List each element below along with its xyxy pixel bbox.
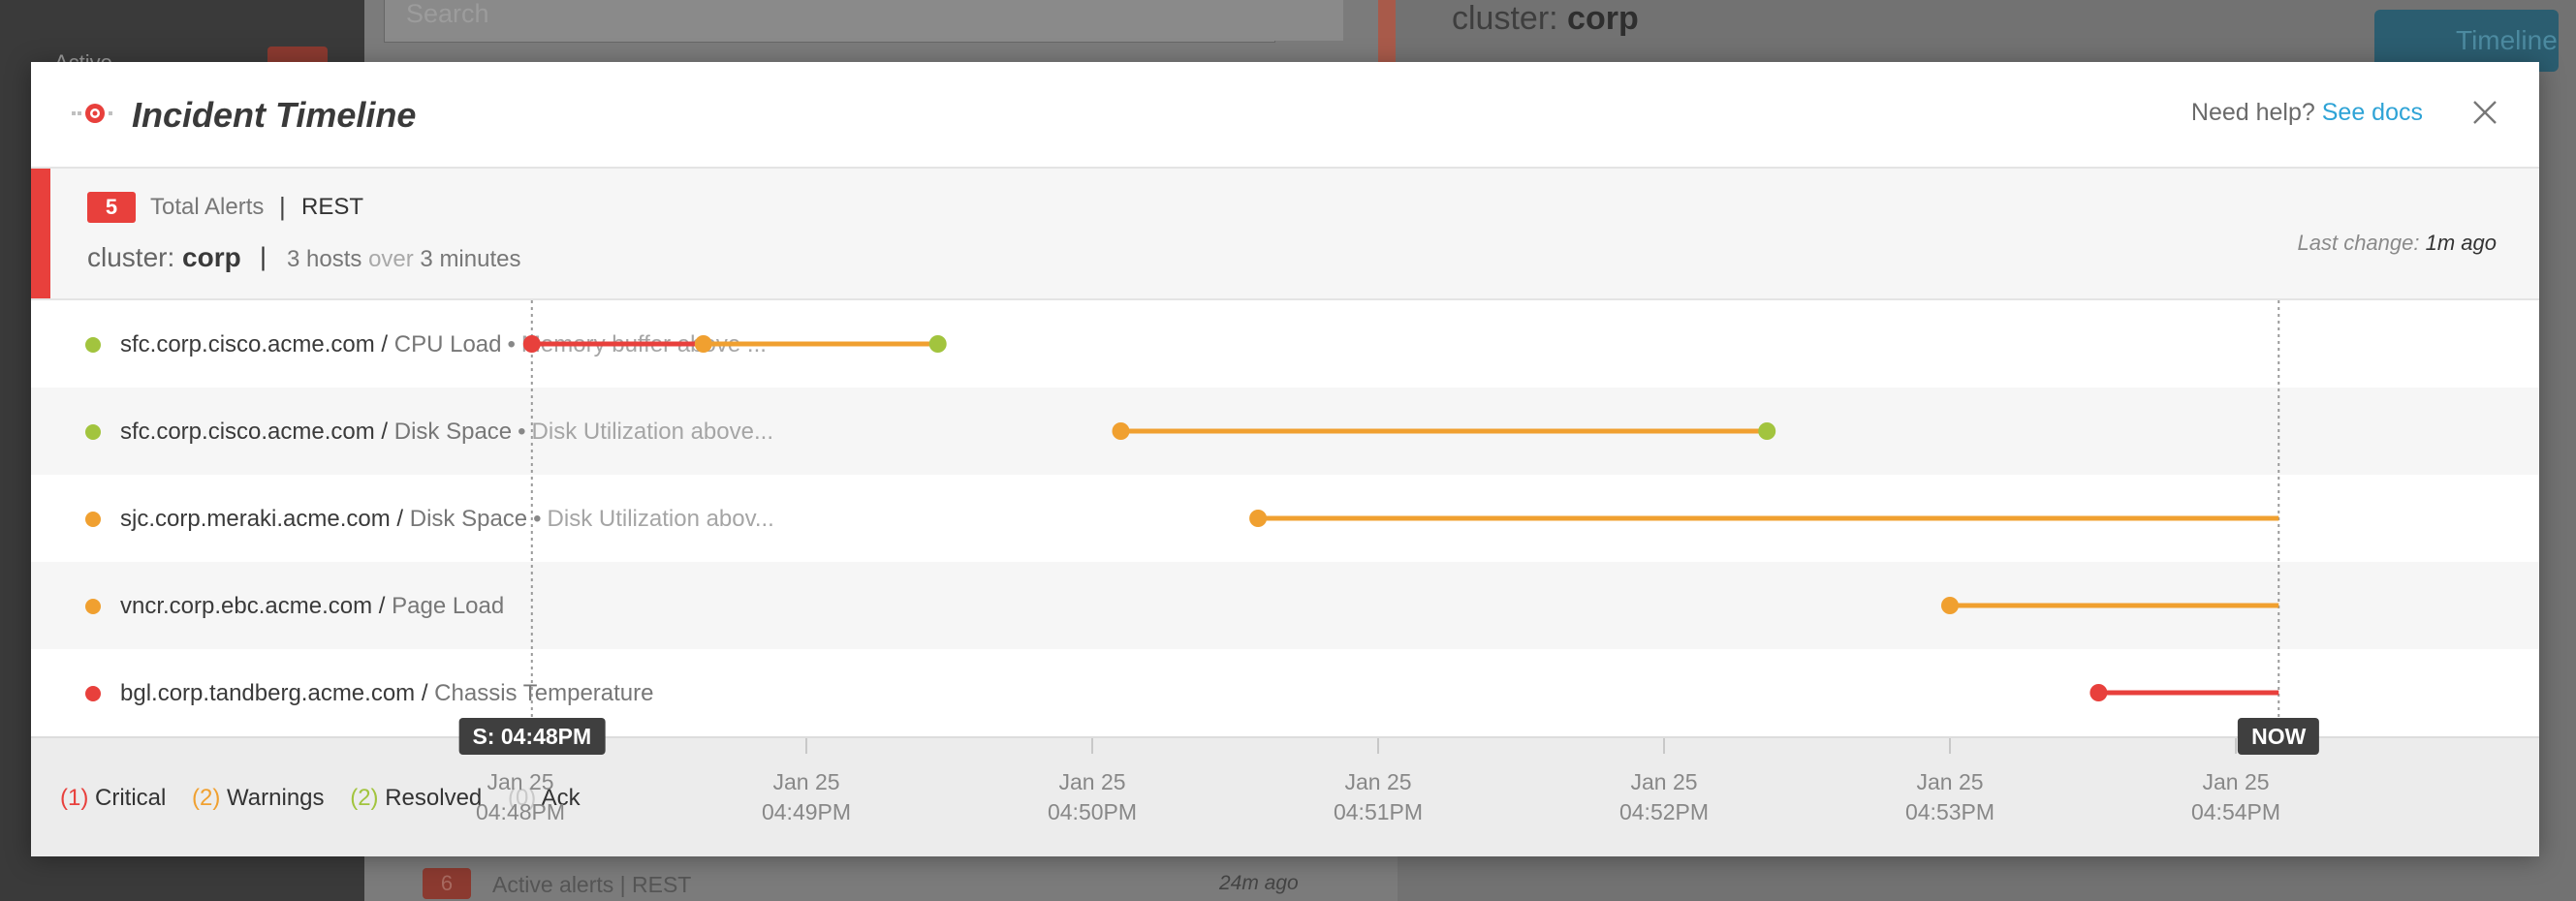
bg-search-input: Search bbox=[384, 0, 1275, 43]
last-change-value: 1m ago bbox=[2425, 231, 2497, 255]
alert-host: sjc.corp.meraki.acme.com / bbox=[120, 506, 404, 532]
tick-time: 04:48PM bbox=[475, 799, 566, 824]
help-label: Need help? bbox=[2190, 99, 2315, 126]
bg-bottom-time: 24m ago bbox=[1219, 872, 1299, 894]
tick-date: Jan 25 bbox=[1344, 769, 1412, 794]
incident-timeline-modal: Incident Timeline Need help? See docs 5 … bbox=[31, 62, 2539, 856]
axis-tick-label: Jan 25 04:49PM bbox=[729, 767, 884, 827]
alert-text: vncr.corp.ebc.acme.com / Page Load bbox=[120, 593, 516, 620]
axis-tick-label: Jan 25 04:53PM bbox=[1872, 767, 2027, 827]
alert-text: bgl.corp.tandberg.acme.com / Chassis Tem… bbox=[120, 680, 666, 707]
cluster-separator: | bbox=[260, 242, 267, 271]
tick-time: 04:49PM bbox=[761, 799, 852, 824]
tick-time: 04:53PM bbox=[1904, 799, 1995, 824]
now-marker: NOW bbox=[2238, 718, 2320, 755]
bg-search-placeholder: Search bbox=[406, 0, 489, 28]
alert-bullet: • bbox=[507, 331, 516, 357]
alert-desc: Memory buffer above ... bbox=[520, 331, 767, 357]
hosts-duration: 3 minutes bbox=[420, 246, 521, 272]
see-docs-link[interactable]: See docs bbox=[2322, 99, 2423, 126]
last-change-label: Last change: bbox=[2297, 231, 2420, 255]
alert-host: sfc.corp.cisco.acme.com / bbox=[120, 419, 389, 445]
hosts-over: over bbox=[368, 246, 414, 272]
start-time-marker: S: 04:48PM bbox=[458, 718, 606, 755]
bg-search-button bbox=[1273, 0, 1343, 41]
incident-summary: 5 Total Alerts | REST cluster: corp | 3 … bbox=[31, 169, 2539, 300]
alert-row[interactable]: bgl.corp.tandberg.acme.com / Chassis Tem… bbox=[31, 649, 2539, 736]
axis-tick bbox=[1377, 738, 1379, 754]
alert-desc: Disk Utilization above... bbox=[531, 419, 773, 445]
alert-check: Chassis Temperature bbox=[434, 680, 654, 706]
alert-host: bgl.corp.tandberg.acme.com / bbox=[120, 680, 428, 706]
bg-bottom-row: 6 Active alerts | REST 24m ago bbox=[384, 856, 1398, 901]
axis-tick-label: Jan 25 04:50PM bbox=[1015, 767, 1170, 827]
axis-tick-label: Jan 25 04:52PM bbox=[1586, 767, 1742, 827]
cluster-name: cluster: corp bbox=[87, 242, 241, 273]
axis-tick bbox=[1949, 738, 1951, 754]
status-dot bbox=[85, 337, 101, 353]
axis-tick bbox=[2235, 738, 2237, 754]
tick-date: Jan 25 bbox=[2202, 769, 2270, 794]
tick-time: 04:50PM bbox=[1047, 799, 1138, 824]
axis-tick bbox=[1663, 738, 1665, 754]
alert-row[interactable]: sfc.corp.cisco.acme.com / Disk Space • Dis… bbox=[31, 388, 2539, 475]
hosts-summary: 3 hosts over 3 minutes bbox=[287, 246, 520, 273]
alert-bullet: • bbox=[533, 506, 542, 532]
status-dot bbox=[85, 599, 101, 614]
axis-tick bbox=[805, 738, 807, 754]
bg-bottom-badge: 6 bbox=[423, 868, 471, 899]
alert-check: Disk Space bbox=[393, 419, 513, 445]
axis-tick bbox=[1091, 738, 1093, 754]
bg-cluster-title: cluster: corp bbox=[1452, 0, 1639, 38]
modal-header: Incident Timeline Need help? See docs bbox=[31, 62, 2539, 169]
close-icon[interactable] bbox=[2471, 99, 2498, 126]
axis-tick-label: Jan 25 04:51PM bbox=[1301, 767, 1456, 827]
cluster-value: corp bbox=[182, 242, 241, 272]
alert-text: sjc.corp.meraki.acme.com / Disk Space • Di… bbox=[120, 506, 774, 533]
modal-title: Incident Timeline bbox=[132, 95, 417, 135]
time-axis: Jan 25 04:48PM Jan 25 04:49PM Jan 25 04:50PM J… bbox=[31, 738, 2539, 856]
help-text: Need help? See docs bbox=[2191, 99, 2423, 127]
tick-date: Jan 25 bbox=[487, 769, 554, 794]
hosts-count: 3 hosts bbox=[287, 246, 362, 272]
tick-date: Jan 25 bbox=[1916, 769, 1984, 794]
alert-host: sfc.corp.cisco.acme.com / bbox=[120, 331, 389, 357]
cluster-prefix: cluster: bbox=[87, 242, 175, 272]
alert-row[interactable]: sjc.corp.meraki.acme.com / Disk Space • Di… bbox=[31, 475, 2539, 562]
tick-date: Jan 25 bbox=[1630, 769, 1698, 794]
alert-check: Page Load bbox=[392, 593, 505, 619]
tick-time: 04:52PM bbox=[1618, 799, 1710, 824]
alert-host: vncr.corp.ebc.acme.com / bbox=[120, 593, 386, 619]
axis-tick-label: Jan 25 04:48PM bbox=[443, 767, 598, 827]
incident-logo-icon bbox=[72, 104, 112, 123]
axis-tick-label: Jan 25 04:54PM bbox=[2158, 767, 2313, 827]
status-dot bbox=[85, 424, 101, 440]
alert-rows: sfc.corp.cisco.acme.com / CPU Load • Memor… bbox=[31, 300, 2539, 736]
tick-date: Jan 25 bbox=[772, 769, 840, 794]
alert-check: Disk Space bbox=[409, 506, 528, 532]
alert-bullet: • bbox=[518, 419, 526, 445]
status-dot bbox=[85, 512, 101, 527]
severity-bar bbox=[31, 169, 50, 298]
status-dot bbox=[85, 686, 101, 701]
alert-row[interactable]: vncr.corp.ebc.acme.com / Page Load bbox=[31, 562, 2539, 649]
last-change: Last change: 1m ago bbox=[2298, 231, 2497, 256]
bg-cluster-name: corp bbox=[1567, 0, 1639, 37]
alert-check: CPU Load bbox=[393, 331, 502, 357]
bg-bottom-label: Active alerts | REST bbox=[492, 872, 692, 897]
summary-separator: | bbox=[279, 192, 286, 221]
tick-time: 04:54PM bbox=[2190, 799, 2281, 824]
timeline-footer: (1) Critical (2) Warnings (2) Resolved (… bbox=[31, 736, 2539, 856]
tick-time: 04:51PM bbox=[1333, 799, 1424, 824]
alert-text: sfc.corp.cisco.acme.com / Disk Space • Dis… bbox=[120, 419, 773, 446]
alert-text: sfc.corp.cisco.acme.com / CPU Load • Memor… bbox=[120, 331, 767, 358]
alert-desc: Disk Utilization abov... bbox=[547, 506, 774, 532]
bg-cluster-prefix: cluster: bbox=[1452, 0, 1558, 37]
alert-source: REST bbox=[301, 194, 364, 220]
total-alerts-badge: 5 bbox=[87, 192, 136, 223]
alert-row[interactable]: sfc.corp.cisco.acme.com / CPU Load • Memor… bbox=[31, 300, 2539, 388]
total-alerts-label: Total Alerts bbox=[150, 194, 265, 220]
tick-date: Jan 25 bbox=[1058, 769, 1126, 794]
